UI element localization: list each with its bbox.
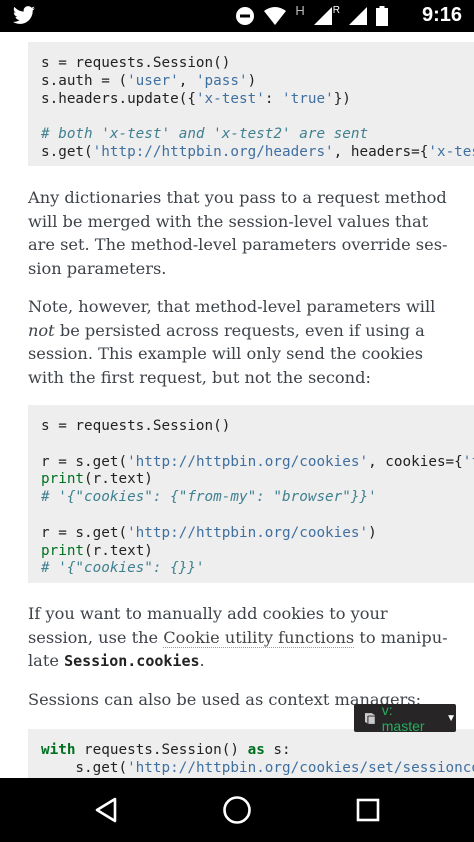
home-icon	[223, 796, 251, 824]
code-token: print	[41, 471, 85, 488]
code-line: # '{"cookies": {"from-my": "browser"}}'	[41, 488, 377, 506]
code-token: as	[247, 742, 265, 758]
battery-icon	[376, 6, 388, 26]
text-fragment: session, use the	[28, 627, 164, 647]
code-token: 'http://httpbin.org/headers'	[92, 144, 334, 160]
code-block-session-headers[interactable]: s = requests.Session() s.auth = ('user', …	[28, 42, 474, 166]
code-token: 'http://httpbin.org/cookies'	[127, 453, 369, 470]
code-token: , cookies={	[368, 453, 463, 470]
text-line: late Session.cookies.	[28, 649, 448, 674]
code-token: with	[41, 742, 76, 758]
code-token: :	[264, 90, 283, 107]
code-token: 'from-my'	[462, 453, 474, 470]
code-line: s.headers.update({'x-test': 'true'})	[41, 90, 351, 108]
twitter-bird-icon	[13, 6, 35, 24]
home-button[interactable]	[217, 792, 257, 828]
code-token: , headers={	[333, 144, 429, 160]
code-token: r = s.get(	[41, 453, 128, 470]
code-token: 'true'	[282, 90, 334, 107]
caret-down-icon: ▼	[446, 712, 456, 724]
text-fragment: late	[28, 651, 65, 670]
code-token: })	[333, 90, 351, 107]
text-line: Any dictionaries that you pass to a requ…	[28, 188, 447, 207]
code-token: print	[41, 542, 85, 559]
roaming-label: R	[332, 4, 340, 16]
cookie-utility-functions-link[interactable]: Cookie utility functions	[163, 627, 355, 648]
version-switcher-button[interactable]: v: master ▼	[354, 702, 456, 734]
code-line: print(r.text)	[41, 470, 153, 488]
text-line: are set. The method-level parameters ove…	[28, 235, 448, 254]
recents-icon	[356, 798, 380, 822]
navigation-bar	[0, 778, 474, 842]
code-line: print(r.text)	[41, 542, 153, 560]
text-fragment: .	[199, 651, 205, 670]
code-token: s.headers.update({	[41, 90, 196, 107]
text-line: session, use the Cookie utility function…	[28, 626, 448, 650]
code-token: )	[368, 524, 377, 541]
code-token: 'x-test2'	[428, 144, 474, 160]
code-token: 'http://httpbin.org/cookies/set/sessionc…	[127, 759, 474, 776]
code-token: (r.text)	[84, 542, 153, 559]
code-token: (r.text)	[84, 471, 153, 488]
code-line: r = s.get('http://httpbin.org/cookies')	[41, 524, 377, 542]
code-block-context-manager[interactable]: with requests.Session() as s: s.get('htt…	[28, 729, 474, 778]
clock: 9:16	[421, 4, 462, 26]
code-line: s = requests.Session()	[41, 54, 230, 72]
paragraph-cookie-utils: If you want to manually add cookies to y…	[28, 602, 448, 674]
version-label: v: master	[381, 702, 425, 734]
inline-code-session-cookies: Session.cookies	[64, 652, 200, 670]
text-fragment: be persisted across requests, even if us…	[54, 320, 425, 340]
code-token: requests.Session()	[75, 742, 248, 758]
code-token: 'http://httpbin.org/cookies'	[127, 524, 369, 541]
code-block-cookies[interactable]: s = requests.Session() r = s.get('http://…	[28, 405, 474, 583]
signal-icon	[313, 7, 332, 25]
text-line: will be merged with the session-level va…	[28, 211, 429, 231]
code-token: s.get(	[41, 759, 128, 776]
code-token: s.get(	[41, 144, 93, 160]
text-fragment: to manipu-	[354, 627, 448, 647]
paragraph-merge-note: Any dictionaries that you pass to a requ…	[28, 186, 448, 280]
code-line: # both 'x-test' and 'x-test2' are sent	[41, 125, 368, 143]
emphasis-not: not	[28, 320, 55, 340]
code-token: s = requests.Session()	[41, 418, 231, 434]
code-token: ,	[178, 72, 196, 89]
code-token: s:	[264, 742, 291, 758]
code-token: # '{"cookies": {}}'	[41, 560, 205, 577]
code-token: # both 'x-test' and 'x-test2' are sent	[41, 126, 369, 143]
code-token: 'user'	[127, 72, 179, 89]
code-token: r = s.get(	[41, 524, 128, 541]
code-line: with requests.Session() as s:	[41, 741, 291, 759]
signal-icon-2	[349, 7, 367, 25]
code-token: 'x-test'	[195, 90, 265, 107]
status-icons: H R	[235, 2, 388, 27]
code-token: s = requests.Session()	[41, 55, 231, 71]
do-not-disturb-icon	[236, 7, 255, 25]
text-line: not be persisted across requests, even i…	[28, 319, 448, 343]
code-token: # '{"cookies": {"from-my": "browser"}}'	[41, 489, 377, 506]
text-line: session. This example will only send the…	[28, 344, 424, 363]
text-line: If you want to manually add cookies to y…	[28, 604, 388, 623]
back-button[interactable]	[86, 792, 126, 828]
code-token: )	[247, 72, 257, 89]
code-line: s.auth = ('user', 'pass')	[41, 72, 256, 90]
code-line: r = s.get('http://httpbin.org/cookies', …	[41, 453, 474, 471]
text-line: sion parameters.	[28, 258, 167, 278]
code-line: # '{"cookies": {}}'	[41, 559, 205, 577]
network-type-label: H	[295, 2, 305, 18]
doc-content[interactable]: s = requests.Session() s.auth = ('user', …	[0, 32, 474, 778]
wifi-icon	[264, 7, 287, 25]
paragraph-persist-note: Note, however, that method-level paramet…	[28, 295, 448, 389]
code-line: s = requests.Session()	[41, 417, 230, 435]
text-line: Note, however, that method-level paramet…	[28, 297, 436, 316]
book-icon	[364, 712, 375, 724]
back-icon	[95, 797, 117, 823]
code-line: s.get('http://httpbin.org/cookies/set/se…	[41, 759, 474, 777]
code-token: s.auth = (	[41, 72, 128, 89]
code-token: 'pass'	[195, 72, 248, 89]
code-line: s.get('http://httpbin.org/headers', head…	[41, 143, 474, 161]
status-bar: H R 9:16	[0, 0, 474, 32]
recents-button[interactable]	[348, 792, 388, 828]
text-line: with the first request, but not the seco…	[28, 367, 371, 387]
